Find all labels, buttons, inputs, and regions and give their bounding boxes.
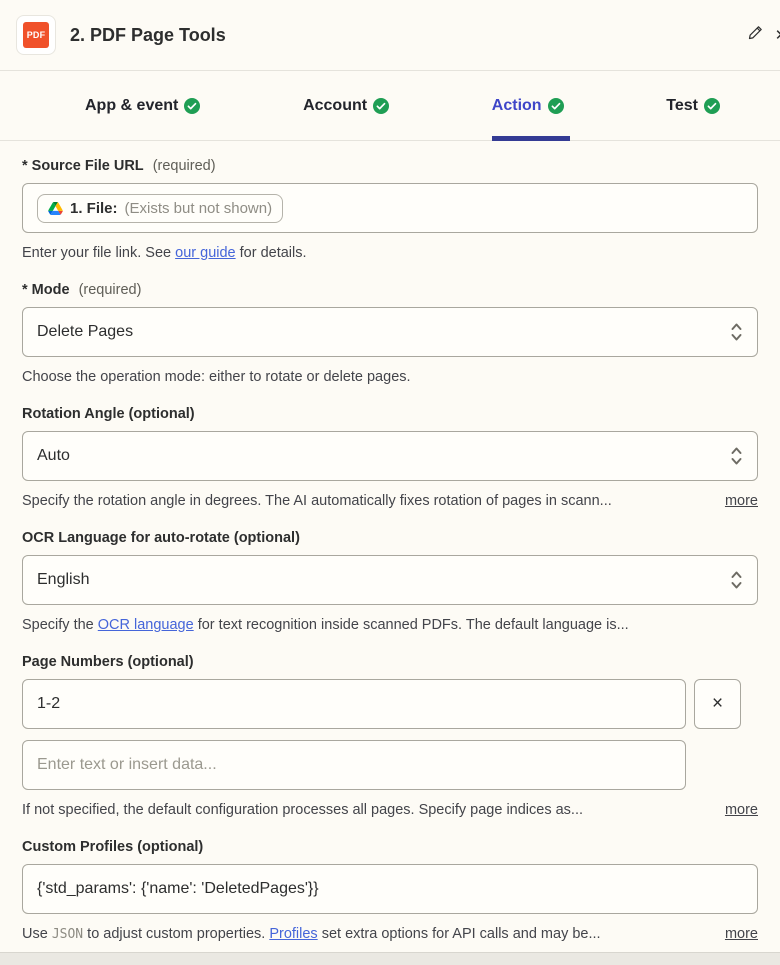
pdf-app-icon: PDF	[16, 15, 56, 55]
page-numbers-empty-input[interactable]	[22, 740, 686, 790]
page-numbers-input[interactable]	[22, 679, 686, 729]
token-step-label: 1. File:	[70, 200, 118, 217]
tab-action[interactable]: Action	[492, 71, 564, 140]
more-link[interactable]: more	[725, 925, 758, 944]
field-source-file-url: * Source File URL (required) 1. File: (E…	[22, 157, 758, 263]
help-text-part: Enter your file link. See	[22, 245, 175, 261]
remove-value-button[interactable]: ×	[694, 679, 741, 729]
tab-account[interactable]: Account	[303, 71, 389, 140]
help-text-part: to adjust custom properties.	[83, 926, 269, 942]
field-help-row: Enter your file link. See our guide for …	[22, 244, 758, 263]
help-text-part: set extra options for API calls and may …	[318, 926, 601, 942]
field-help-row: Specify the rotation angle in degrees. T…	[22, 492, 758, 511]
tab-label: Account	[303, 97, 367, 115]
tab-label: App & event	[85, 97, 178, 115]
json-code-text: JSON	[52, 927, 83, 942]
pencil-icon	[748, 25, 763, 45]
profiles-link[interactable]: Profiles	[269, 926, 317, 942]
action-form: * Source File URL (required) 1. File: (E…	[0, 157, 780, 944]
field-custom-profiles: Custom Profiles (optional) Use JSON to a…	[22, 838, 758, 944]
google-drive-icon	[48, 202, 63, 215]
tab-app-and-event[interactable]: App & event	[85, 71, 200, 140]
tab-test[interactable]: Test	[666, 71, 720, 140]
custom-profiles-input[interactable]	[22, 864, 758, 914]
field-help-text: If not specified, the default configurat…	[22, 801, 707, 820]
rotation-angle-selected-value: Auto	[37, 447, 70, 465]
field-ocr-language: OCR Language for auto-rotate (optional) …	[22, 529, 758, 635]
more-link[interactable]: more	[725, 492, 758, 511]
required-note: (required)	[79, 282, 142, 298]
select-chevrons-icon	[730, 569, 743, 591]
source-file-url-input[interactable]: 1. File: (Exists but not shown)	[22, 183, 758, 233]
step-tabs: App & event Account Action Test	[0, 71, 780, 141]
mode-selected-value: Delete Pages	[37, 323, 133, 341]
field-help-text: Specify the OCR language for text recogn…	[22, 616, 758, 635]
field-label-row: * Source File URL (required)	[22, 157, 758, 175]
edit-title-button[interactable]	[742, 22, 768, 48]
field-page-numbers: Page Numbers (optional) × If not specifi…	[22, 653, 758, 820]
page-numbers-row: ×	[22, 679, 741, 729]
select-chevrons-icon	[730, 445, 743, 467]
field-help-row: If not specified, the default configurat…	[22, 801, 758, 820]
field-help-row: Specify the OCR language for text recogn…	[22, 616, 758, 635]
step-title: 2. PDF Page Tools	[70, 25, 226, 46]
check-circle-icon	[704, 98, 720, 114]
field-label: Rotation Angle (optional)	[22, 406, 195, 422]
field-label: Custom Profiles (optional)	[22, 839, 203, 855]
field-label-row: Page Numbers (optional)	[22, 653, 758, 671]
token-value: (Exists but not shown)	[125, 200, 273, 217]
field-help-row: Use JSON to adjust custom properties. Pr…	[22, 925, 758, 944]
help-text-part: Use	[22, 926, 52, 942]
help-text-part: for details.	[236, 245, 307, 261]
field-label: * Source File URL	[22, 158, 144, 174]
our-guide-link[interactable]: our guide	[175, 245, 235, 261]
mode-select[interactable]: Delete Pages	[22, 307, 758, 357]
help-text-part: for text recognition inside scanned PDFs…	[194, 617, 629, 633]
help-text-part: Specify the	[22, 617, 98, 633]
field-help-text: Use JSON to adjust custom properties. Pr…	[22, 925, 707, 944]
ocr-language-selected-value: English	[37, 571, 89, 589]
rotation-angle-select[interactable]: Auto	[22, 431, 758, 481]
panel-bottom-strip	[0, 952, 780, 965]
field-rotation-angle: Rotation Angle (optional) Auto Specify t…	[22, 405, 758, 511]
field-label-row: OCR Language for auto-rotate (optional)	[22, 529, 758, 547]
check-circle-icon	[373, 98, 389, 114]
close-icon: ✕	[775, 26, 780, 44]
step-header: PDF 2. PDF Page Tools ✕	[0, 0, 780, 71]
field-label: Page Numbers (optional)	[22, 654, 194, 670]
more-link[interactable]: more	[725, 801, 758, 820]
select-chevrons-icon	[730, 321, 743, 343]
field-help-text: Choose the operation mode: either to rot…	[22, 368, 758, 387]
tab-label: Test	[666, 97, 698, 115]
field-label: * Mode	[22, 282, 70, 298]
header-actions: ✕	[742, 0, 780, 70]
mapped-field-token[interactable]: 1. File: (Exists but not shown)	[37, 194, 283, 223]
required-note: (required)	[153, 158, 216, 174]
field-help-text: Enter your file link. See our guide for …	[22, 244, 758, 263]
field-help-row: Choose the operation mode: either to rot…	[22, 368, 758, 387]
x-icon: ×	[712, 693, 723, 715]
field-label-row: Rotation Angle (optional)	[22, 405, 758, 423]
ocr-language-link[interactable]: OCR language	[98, 617, 194, 633]
field-label-row: * Mode (required)	[22, 281, 758, 299]
field-mode: * Mode (required) Delete Pages Choose th…	[22, 281, 758, 387]
check-circle-icon	[548, 98, 564, 114]
page-numbers-extra-row	[22, 740, 686, 790]
field-help-text: Specify the rotation angle in degrees. T…	[22, 492, 707, 511]
active-tab-underline	[492, 136, 570, 141]
check-circle-icon	[184, 98, 200, 114]
field-label: OCR Language for auto-rotate (optional)	[22, 530, 300, 546]
tab-label: Action	[492, 97, 542, 115]
close-panel-button[interactable]: ✕	[768, 22, 780, 48]
pdf-icon: PDF	[23, 22, 49, 48]
field-label-row: Custom Profiles (optional)	[22, 838, 758, 856]
ocr-language-select[interactable]: English	[22, 555, 758, 605]
